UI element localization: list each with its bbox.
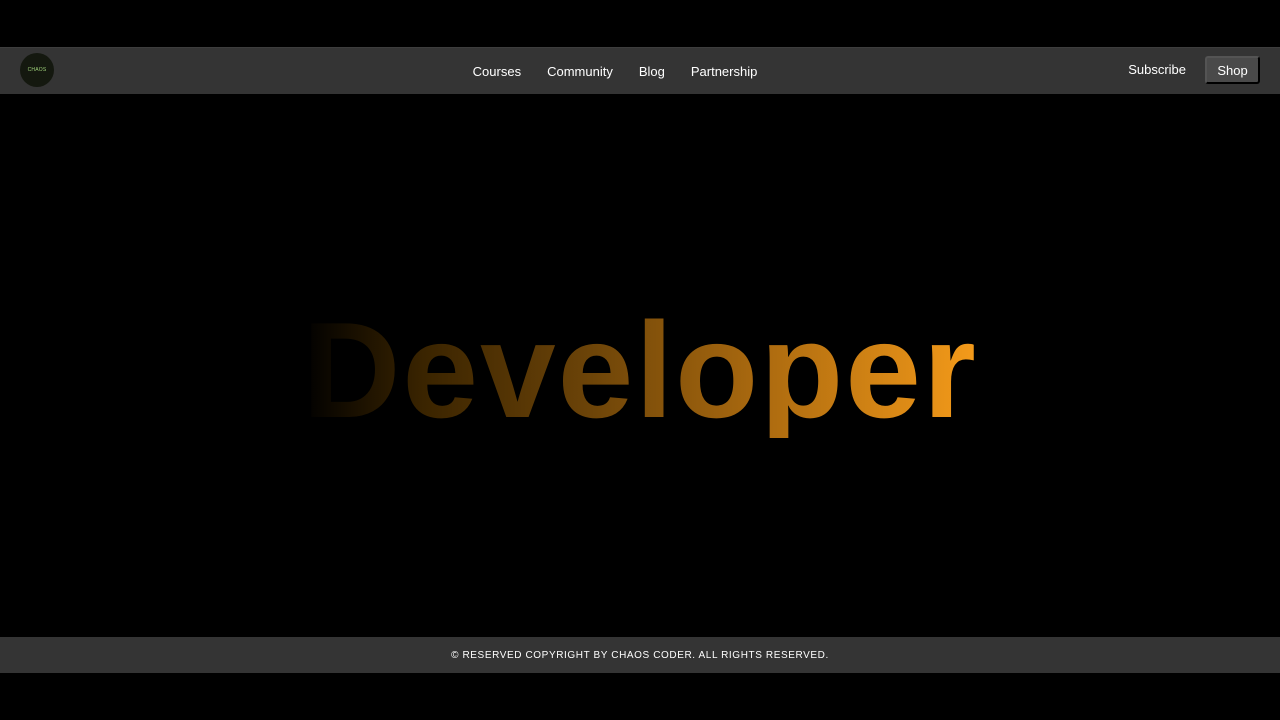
logo-text: CHAOS (27, 67, 47, 73)
page: CHAOS Courses Community Blog Partnership… (0, 0, 1280, 720)
nav-link-partnership[interactable]: Partnership (691, 64, 757, 79)
nav-link-community[interactable]: Community (547, 64, 613, 79)
nav-links-group: Courses Community Blog Partnership (473, 64, 758, 79)
hero: Developer (0, 94, 1280, 637)
nav-link-blog[interactable]: Blog (639, 64, 665, 79)
footer: © RESERVED COPYRIGHT BY CHAOS CODER. ALL… (0, 637, 1280, 673)
shop-button[interactable]: Shop (1205, 56, 1260, 84)
hero-word: Developer (302, 293, 978, 446)
nav-link-courses[interactable]: Courses (473, 64, 521, 79)
footer-copyright: © RESERVED COPYRIGHT BY CHAOS CODER. ALL… (451, 649, 829, 661)
subscribe-link[interactable]: Subscribe (1128, 62, 1186, 77)
logo[interactable]: CHAOS (20, 53, 54, 87)
navbar: CHAOS Courses Community Blog Partnership… (0, 47, 1280, 94)
nav-links: Courses Community Blog Partnership (0, 48, 1280, 94)
